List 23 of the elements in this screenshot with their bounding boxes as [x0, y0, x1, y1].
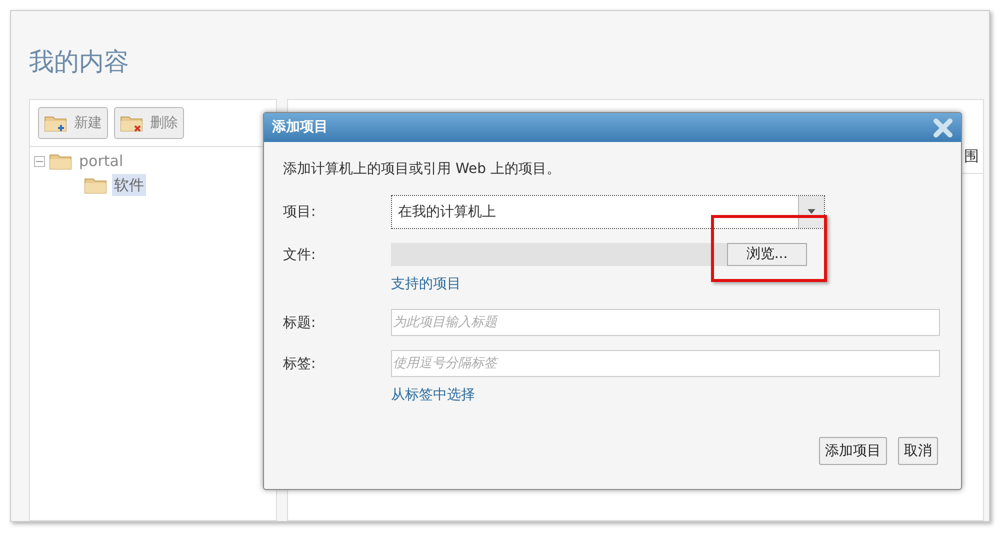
add-item-button[interactable]: 添加项目	[819, 437, 887, 465]
item-source-dropdown[interactable]: 在我的计算机上	[391, 195, 825, 229]
text-field[interactable]: 为此项目输入标题	[391, 309, 940, 336]
file-field[interactable]: 浏览...	[391, 243, 807, 266]
delete-button[interactable]: 删除	[114, 107, 184, 139]
field-label: 标签:	[283, 355, 317, 374]
tree-item[interactable]: 软件	[112, 174, 146, 196]
link[interactable]: 从标签中选择	[391, 385, 475, 406]
text-field[interactable]: 使用逗号分隔标签	[391, 350, 940, 377]
field-label: 项目:	[283, 203, 317, 222]
dialog-title: 添加项目	[272, 118, 328, 137]
link[interactable]: 支持的项目	[391, 274, 461, 295]
collapse-toggle-icon[interactable]	[34, 156, 45, 166]
new-button[interactable]: 新建	[38, 107, 108, 139]
field-label: 标题:	[283, 314, 317, 333]
column-header: 围	[964, 146, 979, 166]
field-label: 文件:	[283, 246, 317, 265]
tree-item[interactable]: portal	[77, 150, 126, 172]
dialog-description: 添加计算机上的项目或引用 Web 上的项目。	[283, 160, 562, 179]
page-title: 我的内容	[29, 47, 130, 78]
browse-button[interactable]: 浏览...	[727, 243, 807, 266]
close-icon[interactable]	[933, 118, 953, 138]
cancel-button[interactable]: 取消	[898, 437, 938, 465]
